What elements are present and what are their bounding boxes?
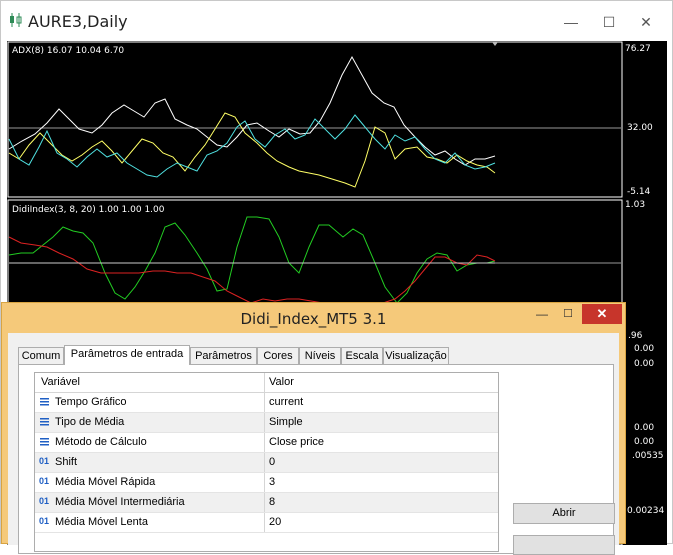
didi-axis-label: .00535	[632, 451, 664, 461]
table-row[interactable]: 01 Média Móvel Rápida 3	[35, 473, 498, 493]
tab-niveis[interactable]: Níveis	[299, 347, 341, 364]
enum-icon	[40, 398, 49, 406]
minimize-button[interactable]: —	[556, 11, 586, 33]
parameters-table: Variável Valor Tempo Gráfico current Tip…	[34, 372, 499, 552]
save-button[interactable]	[513, 535, 615, 555]
inputs-tab-panel: Variável Valor Tempo Gráfico current Tip…	[18, 364, 615, 555]
tab-escala[interactable]: Escala	[341, 347, 383, 364]
didi-indicator-label: DidiIndex(3, 8, 20) 1.00 1.00 1.00	[12, 205, 165, 215]
row-value[interactable]: Close price	[269, 436, 324, 448]
row-value[interactable]: 20	[269, 516, 281, 528]
dialog-minimize-button[interactable]: —	[532, 305, 552, 323]
tab-parametros[interactable]: Parâmetros	[190, 347, 257, 364]
indicator-properties-dialog: Didi_Index_MT5 3.1 — ☐ ✕ Comum Parâmetro…	[1, 302, 626, 555]
row-variable-name: Shift	[55, 456, 78, 468]
tab-parametros-de-entrada[interactable]: Parâmetros de entrada	[64, 345, 190, 365]
row-variable-name: Método de Cálculo	[55, 436, 147, 448]
table-header: Variável Valor	[35, 373, 498, 393]
column-header-value[interactable]: Valor	[269, 376, 294, 388]
chart-shift-marker	[492, 42, 498, 46]
table-row[interactable]: 01 Média Móvel Intermediária 8	[35, 493, 498, 513]
tab-visualizacao[interactable]: Visualização	[383, 347, 449, 364]
adx-indicator-label: ADX(8) 16.07 10.04 6.70	[12, 46, 125, 56]
didi-axis-label: .96	[628, 331, 643, 341]
didi-axis-label: 0.00	[634, 344, 655, 354]
row-value[interactable]: Simple	[269, 416, 303, 428]
row-variable-name: Tipo de Média	[55, 416, 125, 428]
didi-axis-label: 0.00234	[627, 506, 665, 516]
dialog-body: Comum Parâmetros de entrada Parâmetros C…	[8, 333, 619, 555]
row-variable-name: Média Móvel Rápida	[55, 476, 156, 488]
adx-axis-max: 76.27	[625, 44, 651, 54]
row-variable-name: Média Móvel Lenta	[55, 516, 148, 528]
row-value[interactable]: current	[269, 396, 303, 408]
row-variable-name: Tempo Gráfico	[55, 396, 127, 408]
adx-main-series	[8, 55, 496, 166]
didi-axis-label: 0.00	[634, 437, 655, 447]
row-value[interactable]: 3	[269, 476, 275, 488]
int-icon: 01	[39, 476, 50, 486]
row-value[interactable]: 8	[269, 496, 275, 508]
dialog-close-button[interactable]: ✕	[582, 304, 622, 324]
close-button[interactable]: ✕	[631, 11, 661, 33]
adx-axis-min: -5.14	[627, 187, 651, 197]
table-row[interactable]: Tempo Gráfico current	[35, 393, 498, 413]
int-icon: 01	[39, 496, 50, 506]
dialog-maximize-button[interactable]: ☐	[558, 305, 578, 323]
didi-slow-series	[8, 236, 496, 304]
tab-comum[interactable]: Comum	[18, 347, 64, 364]
table-row[interactable]: 01 Shift 0	[35, 453, 498, 473]
chart-titlebar: AURE3,Daily — ☐ ✕	[1, 1, 672, 41]
maximize-button[interactable]: ☐	[594, 11, 624, 33]
didi-axis-label: 0.00	[634, 359, 655, 369]
table-row[interactable]: Método de Cálculo Close price	[35, 433, 498, 453]
enum-icon	[40, 418, 49, 426]
enum-icon	[40, 438, 49, 446]
adx-axis-level: 32.00	[627, 123, 653, 133]
open-button[interactable]: Abrir	[513, 503, 615, 524]
dialog-titlebar[interactable]: Didi_Index_MT5 3.1 — ☐ ✕	[2, 303, 625, 333]
int-icon: 01	[39, 516, 50, 526]
table-row[interactable]: Tipo de Média Simple	[35, 413, 498, 433]
row-variable-name: Média Móvel Intermediária	[55, 496, 185, 508]
column-header-variable[interactable]: Variável	[41, 376, 80, 388]
didi-axis-max: 1.03	[625, 200, 646, 210]
candlestick-chart-icon	[10, 13, 22, 27]
chart-title: AURE3,Daily	[28, 12, 128, 31]
int-icon: 01	[39, 456, 50, 466]
table-row[interactable]: 01 Média Móvel Lenta 20	[35, 513, 498, 533]
didi-fast-series	[8, 216, 496, 304]
didi-axis-label: 0.00	[634, 423, 655, 433]
row-value[interactable]: 0	[269, 456, 275, 468]
tab-cores[interactable]: Cores	[257, 347, 299, 364]
